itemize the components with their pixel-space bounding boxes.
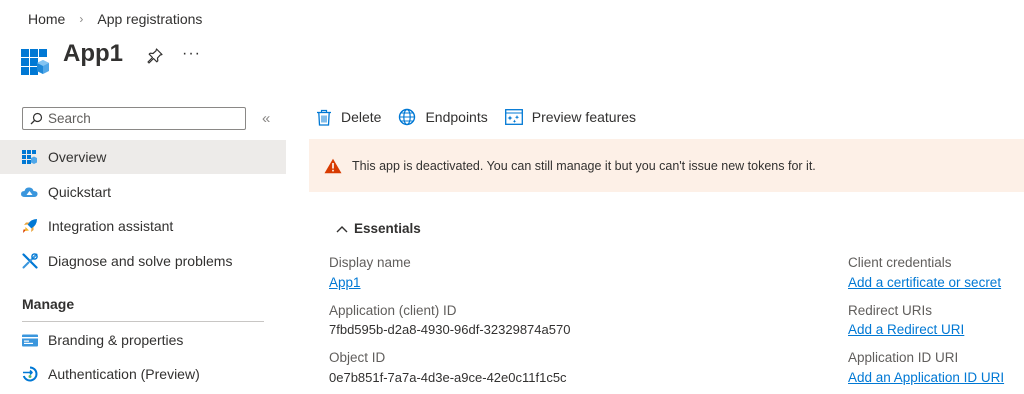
sidebar-item-overview[interactable]: Overview bbox=[0, 140, 286, 174]
object-id-value: 0e7b851f-7a7a-4d3e-a9ce-42e0c11f1c5c bbox=[329, 370, 567, 385]
display-name-label: Display name bbox=[329, 255, 411, 270]
endpoints-label: Endpoints bbox=[425, 109, 488, 125]
redirect-uris-label: Redirect URIs bbox=[848, 303, 933, 318]
banner-message: This app is deactivated. You can still m… bbox=[352, 158, 816, 173]
warning-icon bbox=[324, 158, 342, 173]
rocket-icon bbox=[21, 218, 38, 235]
chevron-right-icon: › bbox=[79, 12, 84, 26]
object-id-label: Object ID bbox=[329, 350, 386, 365]
add-redirect-uri-link[interactable]: Add a Redirect URI bbox=[848, 322, 964, 337]
breadcrumb-home-link[interactable]: Home bbox=[28, 11, 65, 27]
manage-section-heading: Manage bbox=[22, 296, 75, 312]
essentials-heading: Essentials bbox=[354, 221, 421, 236]
sidebar-item-label: Branding & properties bbox=[48, 332, 184, 348]
pin-icon[interactable] bbox=[146, 47, 164, 65]
preview-features-button[interactable]: Preview features bbox=[504, 109, 637, 125]
search-icon bbox=[30, 112, 43, 125]
sidebar-item-quickstart[interactable]: Quickstart bbox=[0, 175, 286, 209]
overview-icon bbox=[21, 149, 38, 166]
more-options-icon[interactable]: ··· bbox=[182, 45, 201, 63]
sidebar-item-diagnose-and-solve-problems[interactable]: Diagnose and solve problems bbox=[0, 244, 286, 278]
sidebar-item-label: Quickstart bbox=[48, 184, 112, 200]
delete-label: Delete bbox=[341, 109, 382, 125]
wrench-icon bbox=[21, 253, 38, 270]
sidebar-item-label: Overview bbox=[48, 149, 107, 165]
sidebar-item-label: Integration assistant bbox=[48, 218, 174, 234]
add-certificate-or-secret-link[interactable]: Add a certificate or secret bbox=[848, 275, 1001, 290]
deactivated-warning-banner: This app is deactivated. You can still m… bbox=[309, 139, 1024, 192]
application-client-id-value: 7fbd595b-d2a8-4930-96df-32329874a570 bbox=[329, 322, 571, 337]
search-box[interactable] bbox=[22, 107, 246, 130]
breadcrumb: Home › App registrations bbox=[28, 11, 202, 27]
breadcrumb-app-registrations-link[interactable]: App registrations bbox=[97, 11, 202, 27]
essentials-toggle[interactable]: Essentials bbox=[336, 221, 421, 236]
collapse-sidebar-icon[interactable]: « bbox=[262, 110, 270, 127]
command-bar: Delete Endpoints Preview features bbox=[316, 108, 653, 126]
endpoints-button[interactable]: Endpoints bbox=[398, 108, 488, 126]
client-credentials-label: Client credentials bbox=[848, 255, 952, 270]
branding-icon bbox=[21, 332, 38, 349]
preview-features-label: Preview features bbox=[531, 109, 637, 125]
sidebar-item-authentication-preview[interactable]: Authentication (Preview) bbox=[0, 357, 286, 391]
chevron-up-icon bbox=[336, 225, 348, 232]
sidebar-item-label: Diagnose and solve problems bbox=[48, 253, 233, 269]
search-input[interactable] bbox=[48, 111, 228, 126]
delete-button[interactable]: Delete bbox=[316, 109, 381, 126]
sidebar-item-branding-and-properties[interactable]: Branding & properties bbox=[0, 323, 286, 357]
preview-features-icon bbox=[504, 109, 523, 125]
sidebar-item-integration-assistant[interactable]: Integration assistant bbox=[0, 209, 286, 243]
application-id-uri-label: Application ID URI bbox=[848, 350, 959, 365]
add-application-id-uri-link[interactable]: Add an Application ID URI bbox=[848, 370, 1004, 385]
sidebar-item-label: Authentication (Preview) bbox=[48, 366, 200, 382]
globe-icon bbox=[399, 108, 416, 126]
application-client-id-label: Application (client) ID bbox=[329, 303, 457, 318]
app-registration-icon bbox=[21, 49, 49, 75]
display-name-link[interactable]: App1 bbox=[329, 275, 361, 290]
manage-divider bbox=[22, 321, 264, 322]
trash-icon bbox=[317, 109, 331, 126]
quickstart-icon bbox=[21, 184, 38, 201]
page-title: App1 bbox=[63, 40, 123, 67]
authentication-icon bbox=[21, 366, 38, 383]
